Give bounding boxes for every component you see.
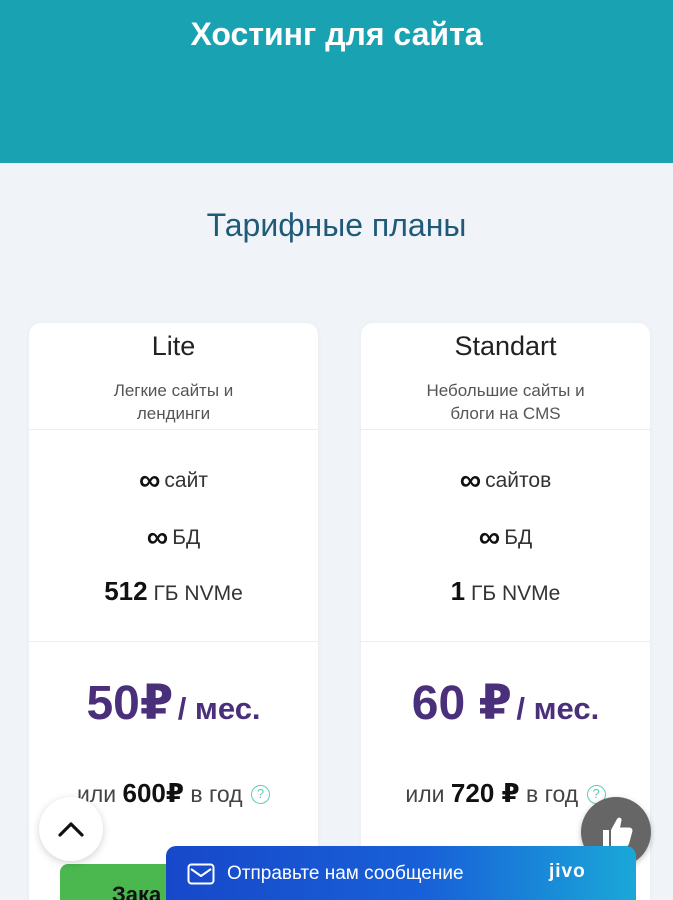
plan-name: Standart (454, 331, 557, 361)
plan-description: Небольшие сайты и блоги на CMS (391, 379, 620, 425)
chat-widget[interactable]: Отправьте нам сообщение jivo (166, 846, 636, 900)
scroll-to-top-button[interactable] (39, 797, 103, 861)
infinity-icon: ∞ (478, 521, 500, 554)
infinity-icon: ∞ (459, 464, 481, 497)
divider (361, 429, 650, 430)
disk-unit: ГБ NVMe (153, 582, 243, 605)
section-title: Тарифные планы (206, 207, 467, 243)
plan-description-line: блоги на CMS (450, 404, 561, 423)
feature-label: сайтов (485, 469, 552, 492)
feature-label: сайт (164, 469, 208, 492)
price-value: 50₽ (86, 677, 174, 730)
price-value: 60 ₽ (411, 677, 512, 730)
plan-price: 50₽ / мес. (29, 675, 318, 731)
feature-label: БД (172, 526, 201, 549)
yearly-value: 600₽ (122, 778, 184, 808)
mail-icon (187, 863, 215, 885)
divider (361, 641, 650, 642)
infinity-icon: ∞ (139, 464, 160, 497)
plan-price: 60 ₽ / мес. (361, 675, 650, 731)
yearly-prefix: или (405, 781, 445, 807)
feature-sites: ∞ сайт (29, 464, 318, 498)
feature-disk: 512 ГБ NVMe (29, 576, 318, 607)
plan-description-line: Легкие сайты и (113, 381, 234, 400)
price-period: / мес. (516, 691, 600, 726)
plan-name: Lite (151, 331, 196, 361)
feature-sites: ∞ сайтов (361, 464, 650, 498)
disk-value: 512 (104, 576, 148, 606)
plan-description-line: лендинги (136, 404, 211, 423)
yearly-suffix: в год (190, 781, 243, 807)
divider (29, 429, 318, 430)
plan-description: Легкие сайты и лендинги (59, 379, 288, 425)
yearly-suffix: в год (526, 781, 579, 807)
disk-value: 1 (450, 576, 466, 606)
plan-description-line: Небольшие сайты и (426, 381, 585, 400)
feature-db: ∞ БД (29, 521, 318, 555)
help-icon[interactable]: ? (250, 785, 270, 804)
chat-label: Отправьте нам сообщение (227, 863, 464, 884)
divider (29, 641, 318, 642)
feature-db: ∞ БД (361, 521, 650, 555)
disk-unit: ГБ NVMe (470, 582, 561, 605)
feature-label: БД (504, 526, 533, 549)
infinity-icon: ∞ (146, 521, 168, 554)
chat-brand-logo: jivo (549, 861, 586, 882)
yearly-value: 720 ₽ (450, 778, 520, 808)
chevron-up-icon (58, 822, 84, 837)
hero-banner: Хостинг для сайта (0, 0, 673, 163)
feature-disk: 1 ГБ NVMe (361, 576, 650, 607)
price-period: / мес. (177, 691, 261, 726)
page-title: Хостинг для сайта (190, 16, 483, 52)
